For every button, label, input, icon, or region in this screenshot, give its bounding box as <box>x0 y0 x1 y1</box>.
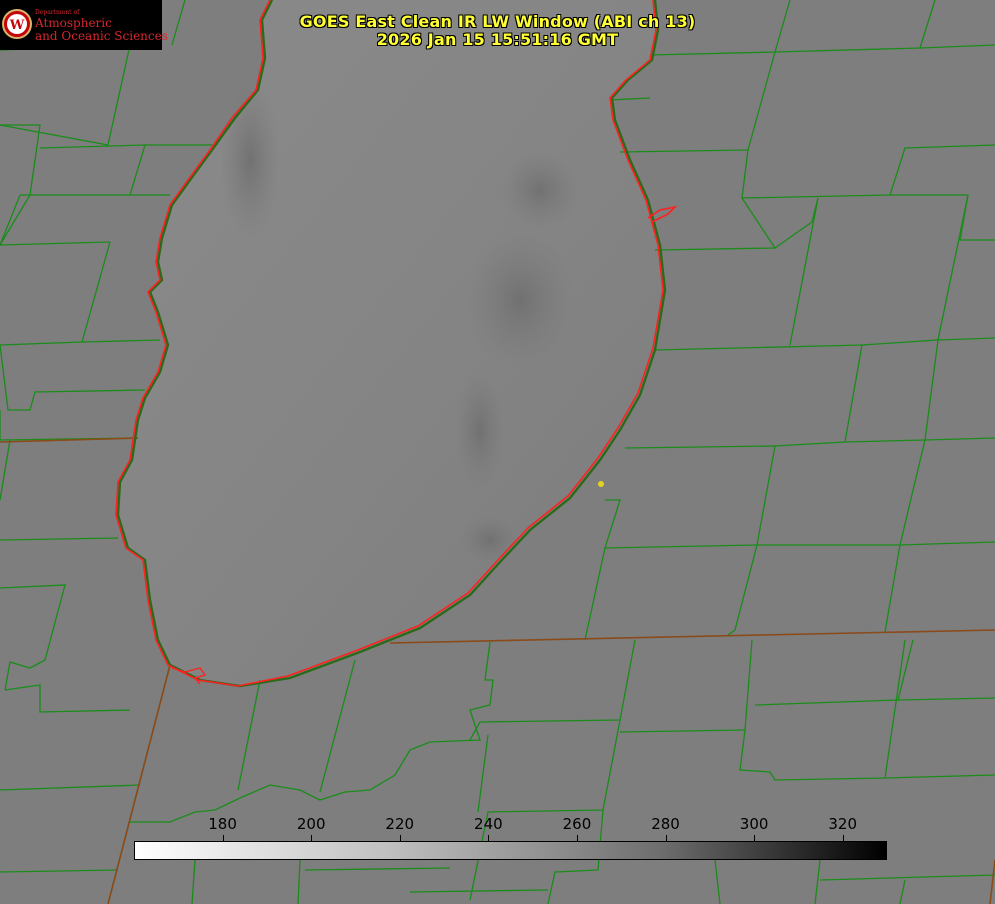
colorbar-tick-label: 280 <box>651 815 680 833</box>
crest-letter: W <box>9 18 25 33</box>
location-marker <box>598 481 604 487</box>
logo-line2-text: and Oceanic Sciences <box>35 29 168 43</box>
cloud-texture <box>455 370 505 490</box>
colorbar-tick-label: 220 <box>385 815 415 833</box>
colorbar-tick-mark <box>842 835 844 841</box>
colorbar-gradient <box>134 841 887 860</box>
colorbar-tick-mark <box>665 835 667 841</box>
logo-dept-text: Department of <box>35 9 80 16</box>
cloud-texture <box>220 80 280 240</box>
aos-logo: W Department of Atmospheric and Oceanic … <box>0 0 168 50</box>
colorbar-tick-label: 260 <box>562 815 592 833</box>
colorbar-tick-label: 180 <box>208 815 237 833</box>
colorbar-tick-mark <box>754 835 756 841</box>
colorbar-tick-mark <box>222 835 224 841</box>
satellite-map <box>0 0 995 904</box>
logo-line1-text: Atmospheric <box>35 16 112 30</box>
colorbar-tick-label: 240 <box>474 815 503 833</box>
colorbar: 180 200 220 240 260 280 300 320 <box>134 800 887 862</box>
crest-icon: W <box>2 9 32 39</box>
cloud-texture <box>465 230 575 370</box>
colorbar-tick-label: 300 <box>739 815 769 833</box>
colorbar-tick-mark <box>576 835 578 841</box>
cloud-texture <box>500 150 580 230</box>
satellite-image: GOES East Clean IR LW Window (ABI ch 13)… <box>0 0 995 904</box>
colorbar-tick-label: 320 <box>828 815 858 833</box>
colorbar-tick-mark <box>399 835 401 841</box>
colorbar-tick-mark <box>311 835 313 841</box>
colorbar-tick-label: 200 <box>296 815 326 833</box>
cloud-texture <box>460 515 520 565</box>
colorbar-tick-mark <box>488 835 490 841</box>
